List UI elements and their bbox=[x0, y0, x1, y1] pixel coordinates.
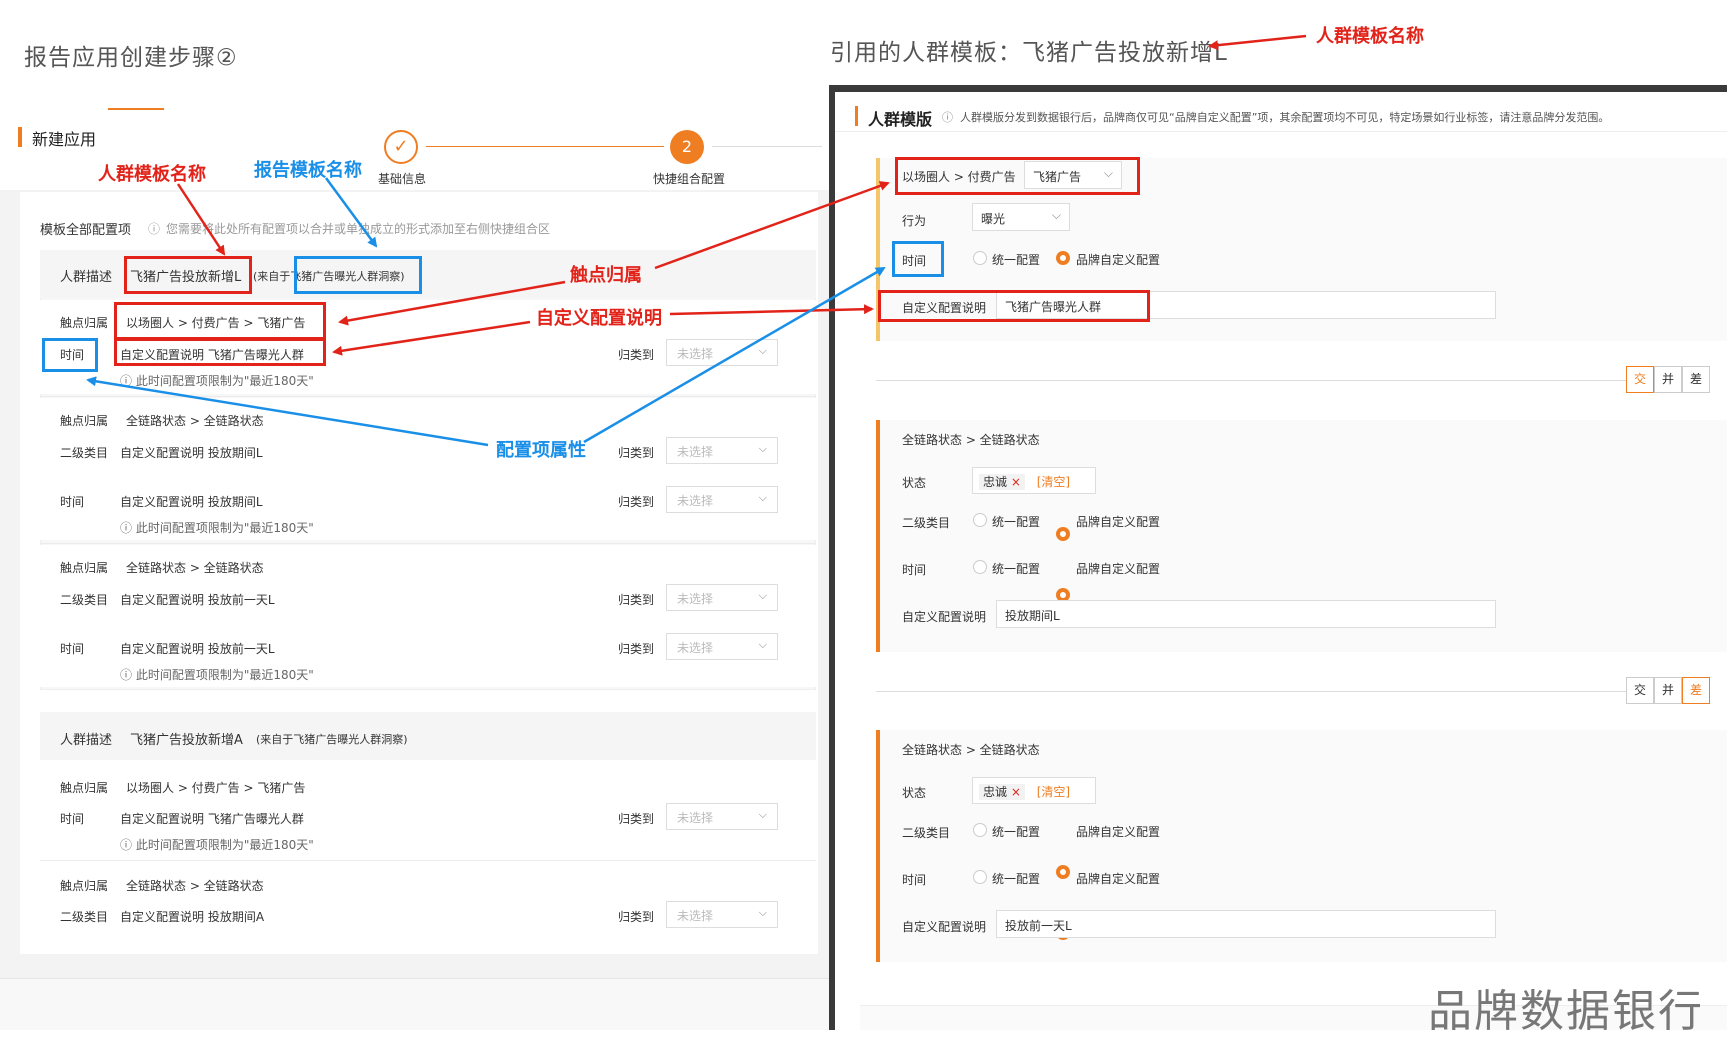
arrow-title bbox=[1208, 34, 1307, 51]
arrow-report-name bbox=[324, 177, 378, 248]
arrow-touchpoint-right bbox=[654, 181, 890, 270]
arrow-custom-left bbox=[332, 320, 531, 356]
watermark: 品牌数据银行 bbox=[1428, 986, 1704, 1037]
arrow-crowd-name bbox=[176, 183, 226, 256]
annotation-arrows bbox=[86, 34, 1307, 447]
arrow-attr-right bbox=[583, 266, 886, 444]
arrow-custom-right bbox=[669, 304, 874, 316]
arrow-attr-left bbox=[86, 376, 489, 447]
arrow-touchpoint-left bbox=[338, 280, 566, 326]
